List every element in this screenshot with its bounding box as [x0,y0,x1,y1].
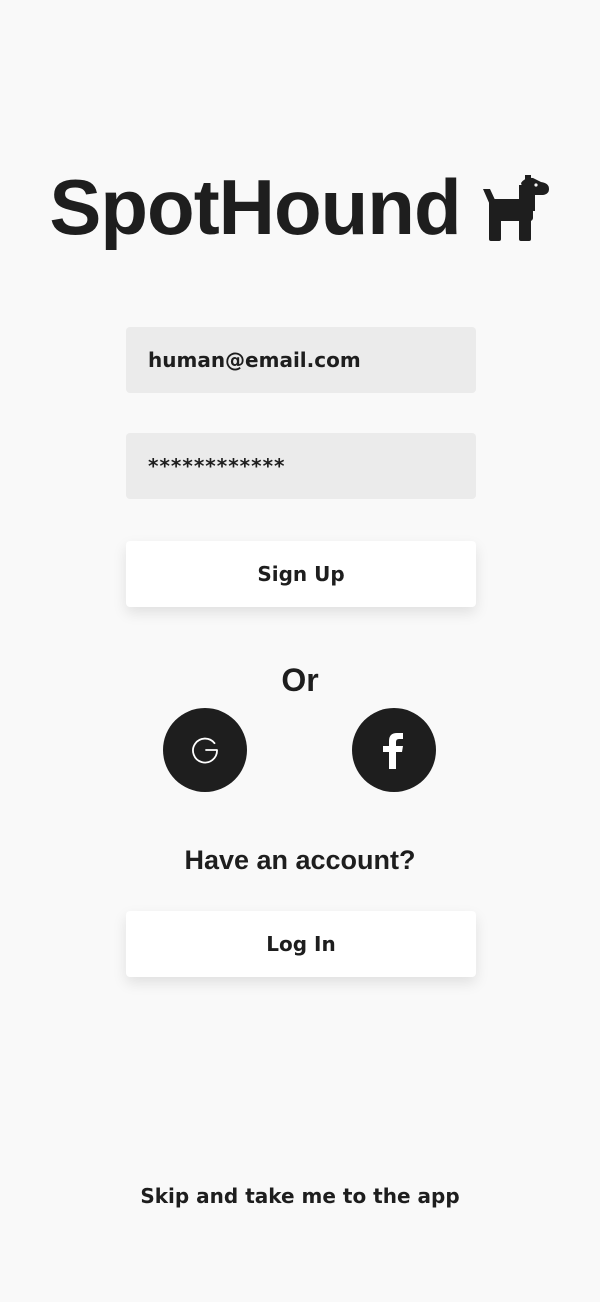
email-field[interactable]: human@email.com [126,327,476,393]
facebook-icon [383,733,403,769]
google-icon [192,737,218,764]
or-divider-label: Or [281,662,319,698]
signup-button[interactable]: Sign Up [126,541,476,607]
app-logo: SpotHound [0,168,600,246]
dog-icon [482,175,549,241]
password-field[interactable]: ************ [126,433,476,499]
app-title: SpotHound [49,163,461,251]
google-signin-button[interactable] [163,708,247,792]
have-account-prompt: Have an account? [184,845,416,875]
facebook-signin-button[interactable] [352,708,436,792]
login-button[interactable]: Log In [126,911,476,977]
skip-link[interactable]: Skip and take me to the app [0,1184,600,1208]
